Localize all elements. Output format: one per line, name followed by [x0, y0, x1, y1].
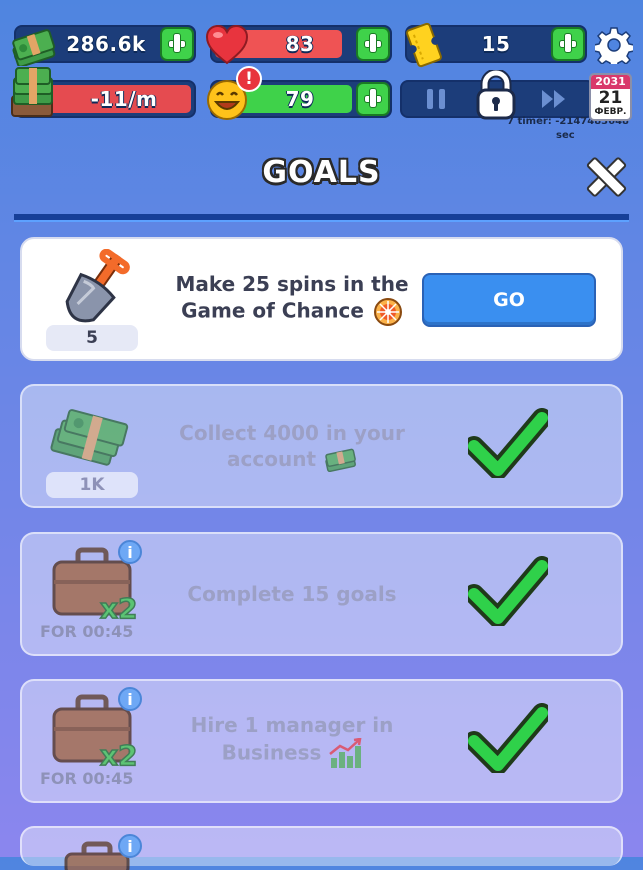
income-value: -11/m — [90, 87, 158, 111]
timer-unit: sec — [556, 130, 575, 141]
settings-gear-icon[interactable] — [595, 26, 633, 64]
goal-card: 1K Collect 4000 in your account — [20, 384, 623, 508]
goal-card: x2 i FOR 00:45 Hire 1 manager in Busines… — [20, 679, 623, 803]
completed-check-icon — [468, 408, 548, 478]
goal-card: x2 i FOR 00:45 Complete 15 goals — [20, 532, 623, 656]
info-icon[interactable]: i — [118, 687, 142, 711]
info-icon[interactable]: i — [118, 540, 142, 564]
calendar-day: 21 — [598, 88, 623, 108]
hearts-value: 83 — [285, 32, 315, 56]
add-tickets-button[interactable] — [551, 27, 585, 61]
goal-reward-timer: FOR 00:45 — [40, 769, 134, 788]
goal-description: Make 25 spins in the Game of Chance — [152, 239, 432, 359]
goal-card: i — [20, 826, 623, 870]
wheel-of-fortune-icon — [373, 298, 402, 326]
ticket-icon — [406, 22, 442, 68]
cash-stack-icon — [12, 29, 56, 66]
svg-text:x2: x2 — [100, 739, 136, 769]
goal-description: Collect 4000 in your account — [179, 420, 405, 473]
cash-stack-icon — [50, 409, 129, 466]
goal-reward: 1K — [46, 472, 138, 498]
goal-description: Complete 15 goals — [187, 582, 397, 606]
add-hearts-button[interactable] — [356, 27, 390, 61]
svg-text:x2: x2 — [100, 592, 136, 622]
goal-card: 5 Make 25 spins in the Game of Chance GO — [20, 237, 623, 361]
shovel-icon — [65, 249, 130, 323]
growth-chart-icon — [329, 737, 362, 768]
completed-check-icon — [468, 703, 548, 773]
fast-forward-icon[interactable] — [540, 88, 568, 110]
close-button[interactable] — [585, 156, 623, 194]
info-icon[interactable]: i — [118, 834, 142, 858]
header-divider — [14, 214, 629, 222]
add-money-button[interactable] — [160, 27, 194, 61]
calendar-widget[interactable]: 2031 21 ФЕВР. — [589, 73, 632, 121]
goal-reward: 5 — [46, 325, 138, 351]
happiness-value: 79 — [285, 87, 315, 111]
cash-icon — [325, 448, 356, 473]
money-value: 286.6k — [66, 32, 146, 56]
cash-stack-icon — [11, 67, 53, 117]
completed-check-icon — [468, 556, 548, 626]
goal-description: Hire 1 manager in Business — [152, 681, 432, 801]
pause-icon[interactable] — [424, 86, 448, 112]
alert-badge-icon: ! — [236, 66, 262, 92]
go-button[interactable]: GO — [422, 273, 596, 327]
heart-icon — [205, 24, 249, 65]
calendar-year: 2031 — [591, 75, 630, 89]
add-happiness-button[interactable] — [356, 82, 390, 116]
calendar-month: ФЕВР. — [594, 107, 627, 117]
page-title: GOALS — [262, 155, 381, 190]
lock-icon — [476, 70, 516, 120]
goal-reward-timer: FOR 00:45 — [40, 622, 134, 641]
tickets-value: 15 — [481, 32, 511, 56]
